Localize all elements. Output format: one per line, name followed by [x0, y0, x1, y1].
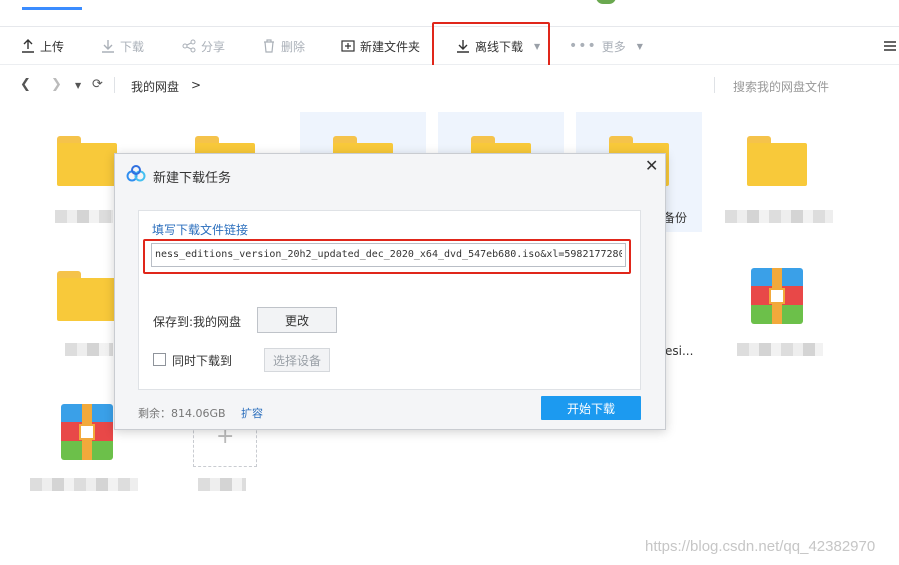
file-name-blurred	[30, 478, 138, 491]
file-name-blurred	[198, 478, 246, 491]
share-icon	[182, 39, 196, 53]
active-tab-indicator	[22, 7, 82, 10]
ellipsis-icon: •••	[569, 38, 597, 54]
highlight-offline-download	[432, 22, 550, 67]
watermark: https://blog.csdn.net/qq_42382970	[645, 538, 876, 555]
baidu-netdisk-logo-icon	[126, 165, 146, 182]
refresh-icon[interactable]: ⟳	[92, 77, 103, 92]
folder-icon[interactable]	[747, 136, 807, 186]
breadcrumb[interactable]: 我的网盘	[131, 78, 179, 95]
upload-button[interactable]: 上传	[21, 37, 64, 55]
file-name: 备份	[663, 211, 688, 225]
upload-label: 上传	[40, 39, 65, 54]
dialog-title: 新建下载任务	[153, 171, 232, 186]
link-label: 填写下载文件链接	[152, 223, 249, 237]
divider	[714, 77, 715, 93]
nav-bar: ❮ ❯ ▼ ⟳ 我的网盘 > 搜索我的网盘文件	[0, 65, 899, 105]
change-button[interactable]: 更改	[257, 307, 337, 333]
breadcrumb-separator: >	[191, 78, 202, 92]
file-name-blurred	[55, 210, 113, 223]
share-button[interactable]: 分享	[182, 37, 225, 55]
new-folder-button[interactable]: 新建文件夹	[341, 37, 420, 55]
choose-device-button[interactable]: 选择设备	[264, 348, 330, 372]
download-icon	[102, 40, 114, 53]
file-name-blurred	[725, 210, 833, 223]
archive-file-icon[interactable]	[751, 268, 803, 324]
new-folder-label: 新建文件夹	[360, 39, 421, 54]
chevron-down-icon: ▼	[636, 41, 643, 51]
file-name-blurred	[737, 343, 823, 356]
expand-link[interactable]: 扩容	[241, 405, 263, 421]
folder-icon[interactable]	[57, 271, 117, 321]
trash-icon	[264, 39, 274, 53]
more-label: 更多	[601, 39, 626, 54]
history-dropdown-icon[interactable]: ▼	[75, 81, 81, 90]
simultaneous-download-checkbox[interactable]	[153, 353, 166, 366]
new-folder-icon	[341, 40, 355, 52]
simultaneous-download-label: 同时下载到	[172, 354, 233, 368]
close-icon[interactable]: ✕	[645, 156, 658, 175]
archive-file-icon[interactable]	[61, 404, 113, 460]
delete-button[interactable]: 删除	[262, 37, 305, 55]
start-download-button[interactable]: 开始下载	[541, 396, 641, 420]
share-label: 分享	[201, 39, 226, 54]
new-download-task-dialog: 新建下载任务 ✕ 填写下载文件链接 保存到:我的网盘 更改 同时下载到 选择设备…	[114, 153, 666, 430]
forward-icon[interactable]: ❯	[51, 77, 62, 92]
upload-icon	[22, 39, 34, 53]
avatar[interactable]	[596, 0, 616, 4]
remaining-space: 剩余：814.06GB	[138, 407, 226, 420]
dialog-content: 填写下载文件链接 保存到:我的网盘 更改 同时下载到 选择设备	[138, 210, 641, 390]
download-button[interactable]: 下载	[101, 37, 144, 55]
list-view-icon[interactable]	[883, 37, 897, 55]
delete-label: 删除	[281, 39, 306, 54]
folder-icon[interactable]	[57, 136, 117, 186]
download-label: 下载	[120, 39, 145, 54]
file-name-blurred	[65, 343, 113, 356]
file-name: esi...	[665, 344, 694, 358]
highlight-url-field	[143, 239, 631, 274]
more-button[interactable]: ••• 更多 ▼	[569, 37, 643, 55]
divider	[114, 77, 115, 93]
save-to-label: 保存到:我的网盘	[153, 315, 242, 329]
back-icon[interactable]: ❮	[20, 77, 31, 92]
search-input[interactable]: 搜索我的网盘文件	[733, 78, 829, 95]
